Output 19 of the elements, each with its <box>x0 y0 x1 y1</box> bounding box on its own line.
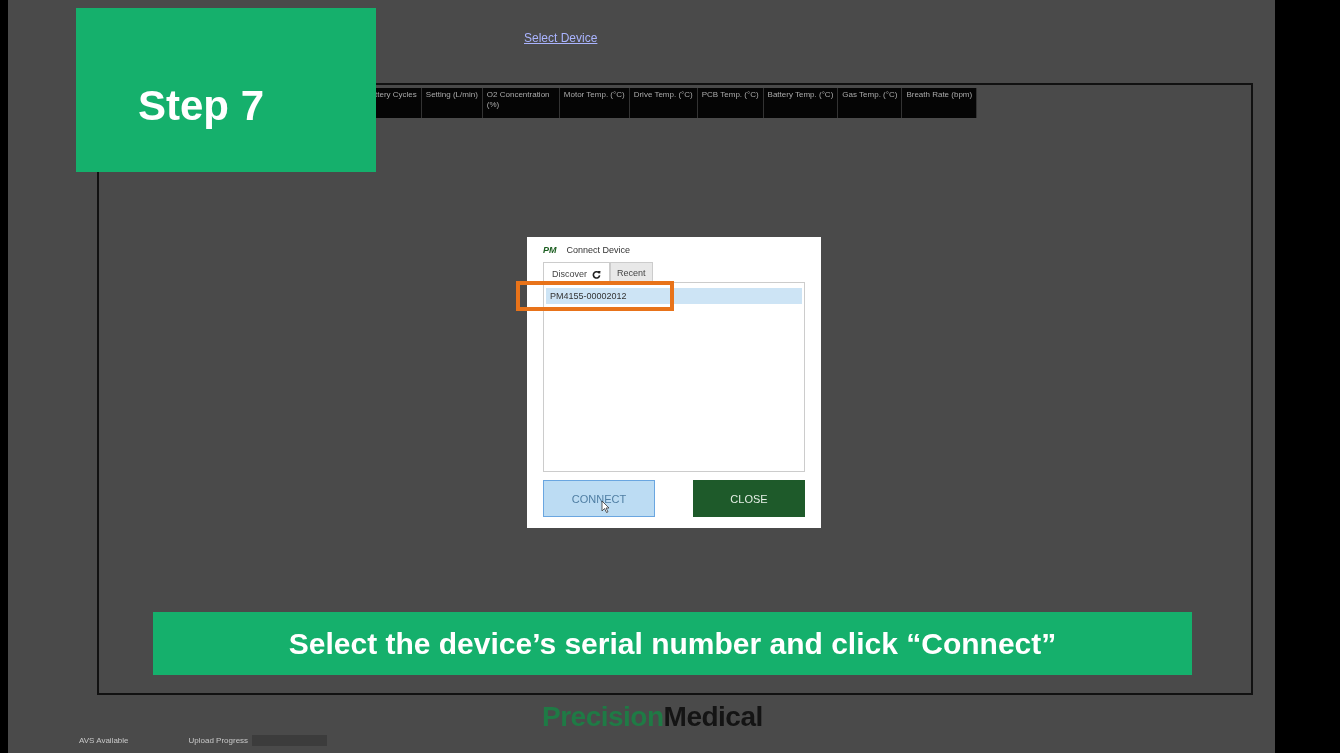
column-header: Motor Temp. (°C) <box>559 88 630 118</box>
column-header: Drive Temp. (°C) <box>629 88 698 118</box>
caption-banner: Select the device’s serial number and click “Connect” <box>153 612 1192 675</box>
app-logo: PM <box>543 245 557 255</box>
column-header: Battery Temp. (°C) <box>763 88 839 118</box>
column-header: O2 Concentration (%) <box>482 88 560 118</box>
column-header: PCB Temp. (°C) <box>697 88 764 118</box>
secondary-button[interactable]: CLOSE <box>693 480 805 517</box>
column-header: Gas Temp. (°C) <box>838 88 903 118</box>
tab[interactable]: Recent <box>610 262 653 283</box>
column-header: Breath Rate (bpm) <box>902 88 978 118</box>
status-text: AVS Available <box>79 736 129 745</box>
dialog-title: Connect Device <box>566 245 631 255</box>
select-device-link[interactable]: Select Device <box>524 30 598 45</box>
tab[interactable]: Discover <box>543 262 610 283</box>
step-badge: Step 7 <box>76 8 376 172</box>
device-list-item[interactable]: PM4155-00002012 <box>546 288 802 304</box>
column-header: Setting (L/min) <box>421 88 483 118</box>
upload-label: Upload Progress <box>188 736 249 745</box>
